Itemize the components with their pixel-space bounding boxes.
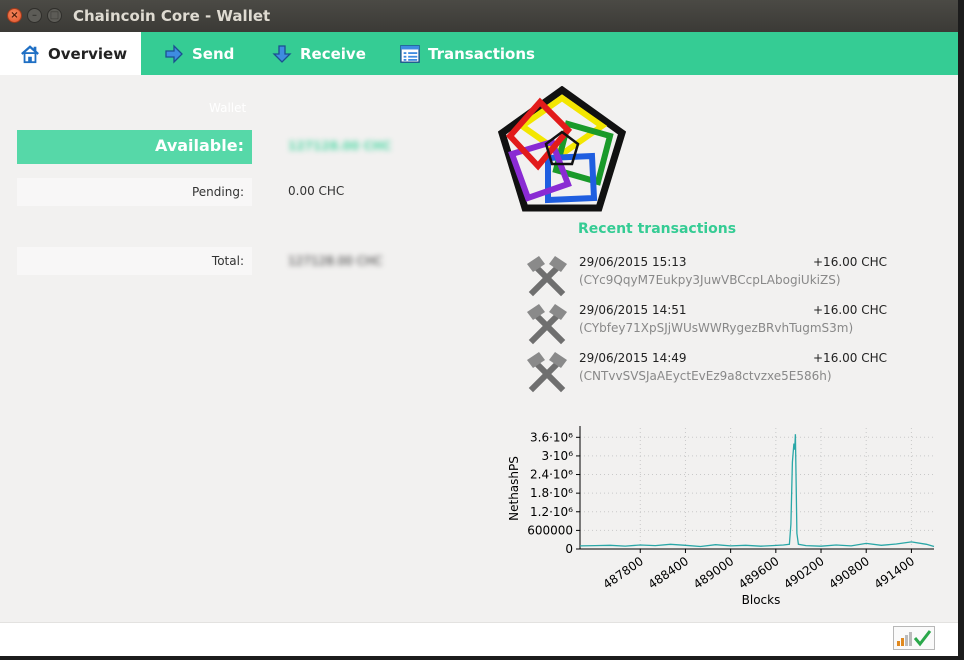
connections-icon: [897, 632, 912, 646]
transaction-row[interactable]: 29/06/2015 15:13 +16.00 CHC (CYc9QqyM7Eu…: [525, 254, 945, 302]
main-toolbar: Overview Send Receive Transactions: [0, 32, 958, 75]
sync-status-indicator[interactable]: [893, 626, 935, 650]
close-icon: ×: [10, 9, 19, 21]
mining-hammers-icon: [525, 302, 569, 346]
transaction-address: (CNTvvSVSJaAEyctEvEz9a8ctvzxe5E586h): [579, 369, 832, 383]
y-tick-label: 0: [565, 542, 573, 556]
window-title: Chaincoin Core - Wallet: [73, 7, 271, 25]
y-tick-label: 2.4·10⁶: [530, 468, 573, 482]
available-balance-row: Available:: [17, 130, 252, 164]
transaction-date: 29/06/2015 15:13: [579, 255, 687, 269]
total-balance-value: 127128.00 CHC: [288, 254, 383, 268]
transaction-date: 29/06/2015 14:51: [579, 303, 687, 317]
arrow-down-icon: [272, 44, 292, 64]
title-bar: × – □ Chaincoin Core - Wallet: [0, 0, 958, 32]
tab-send-label: Send: [192, 44, 235, 63]
y-tick-label: 1.2·10⁶: [530, 505, 573, 519]
pending-label: Pending:: [191, 185, 244, 199]
pending-balance-row: Pending:: [17, 178, 252, 206]
transaction-amount: +16.00 CHC: [813, 351, 888, 365]
synced-check-icon: [913, 630, 932, 647]
available-label: Available:: [155, 136, 244, 155]
status-bar: [0, 622, 958, 656]
main-window: × – □ Chaincoin Core - Wallet Overview S…: [0, 0, 958, 656]
tab-overview-label: Overview: [48, 44, 128, 63]
home-icon: [20, 44, 40, 64]
tab-transactions[interactable]: Transactions: [400, 32, 535, 75]
y-tick-label: 1.8·10⁶: [530, 486, 573, 500]
nethash-chart: 0 600000 1.2·10⁶ 1.8·10⁶ 2.4·10⁶ 3·10⁶ 3.6·10⁶…: [507, 426, 935, 607]
wallet-section-label: Wallet: [209, 101, 247, 115]
nethash-series-line: [579, 434, 935, 548]
total-label: Total:: [211, 254, 244, 268]
transaction-address: (CYc9QqyM7Eukpy3JuwVBCcpLAbogiUkiZS): [579, 273, 841, 287]
total-balance-row: Total:: [17, 247, 252, 275]
minimize-icon: –: [32, 9, 37, 21]
tab-overview[interactable]: Overview: [0, 32, 141, 75]
y-axis-label: NethashPS: [507, 456, 521, 521]
x-tick-label: 489000: [691, 554, 737, 592]
y-tick-label: 3.6·10⁶: [530, 430, 573, 444]
mining-hammers-icon: [525, 254, 569, 298]
x-tick-label: 489600: [736, 554, 782, 592]
x-axis-label: Blocks: [742, 593, 781, 607]
x-tick-label: 487800: [600, 554, 646, 592]
mining-hammers-icon: [525, 350, 569, 394]
transaction-date: 29/06/2015 14:49: [579, 351, 687, 365]
y-tick-label: 3·10⁶: [541, 449, 573, 463]
recent-transactions-title: Recent transactions: [578, 221, 737, 237]
tab-transactions-label: Transactions: [428, 44, 535, 63]
close-window-button[interactable]: ×: [7, 8, 22, 23]
available-balance-value: 127128.00 CHC: [288, 139, 392, 153]
chaincoin-logo: [497, 85, 627, 212]
minimize-window-button[interactable]: –: [27, 8, 42, 23]
tab-receive-label: Receive: [300, 44, 366, 63]
transaction-row[interactable]: 29/06/2015 14:51 +16.00 CHC (CYbfey71XpS…: [525, 302, 945, 350]
tab-receive[interactable]: Receive: [272, 32, 366, 75]
list-icon: [400, 44, 420, 64]
transaction-amount: +16.00 CHC: [813, 255, 888, 269]
x-tick-label: 491400: [872, 554, 918, 592]
arrow-right-icon: [164, 43, 184, 64]
x-tick-label: 490200: [781, 554, 827, 592]
pending-balance-value: 0.00 CHC: [288, 184, 345, 198]
y-tick-label: 600000: [527, 523, 573, 537]
x-tick-label: 490800: [826, 554, 872, 592]
transaction-row[interactable]: 29/06/2015 14:49 +16.00 CHC (CNTvvSVSJaA…: [525, 350, 945, 398]
maximize-window-button[interactable]: □: [47, 8, 62, 23]
transaction-amount: +16.00 CHC: [813, 303, 888, 317]
tab-send[interactable]: Send: [164, 32, 234, 75]
transaction-address: (CYbfey71XpSJjWUsWWRygezBRvhTugmS3m): [579, 321, 854, 335]
x-tick-label: 488400: [646, 554, 692, 592]
maximize-icon: □: [49, 9, 60, 21]
